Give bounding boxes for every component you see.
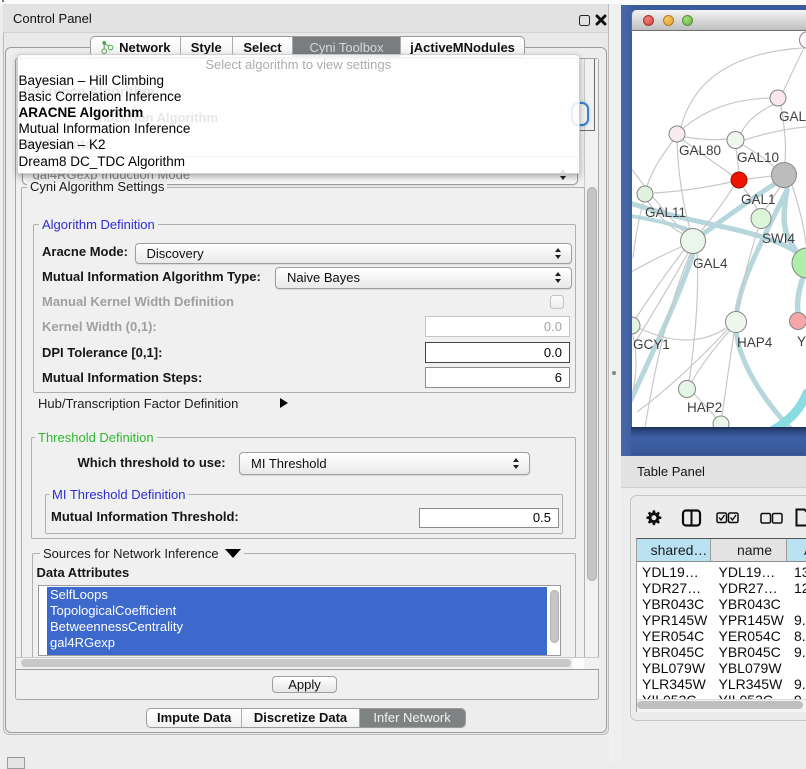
- svg-text:GAL11: GAL11: [645, 205, 686, 220]
- svg-text:GAL1: GAL1: [741, 192, 776, 207]
- svg-text:GAL7: GAL7: [779, 109, 806, 124]
- svg-text:GAL4: GAL4: [693, 256, 728, 271]
- svg-text:GCY1: GCY1: [633, 337, 670, 352]
- svg-text:SWI4: SWI4: [762, 231, 795, 246]
- svg-text:Y: Y: [797, 334, 806, 349]
- svg-text:GAL10: GAL10: [737, 150, 779, 165]
- svg-text:HAP2: HAP2: [687, 400, 722, 415]
- svg-text:HAP4: HAP4: [737, 335, 773, 350]
- svg-text:GAL80: GAL80: [679, 143, 721, 158]
